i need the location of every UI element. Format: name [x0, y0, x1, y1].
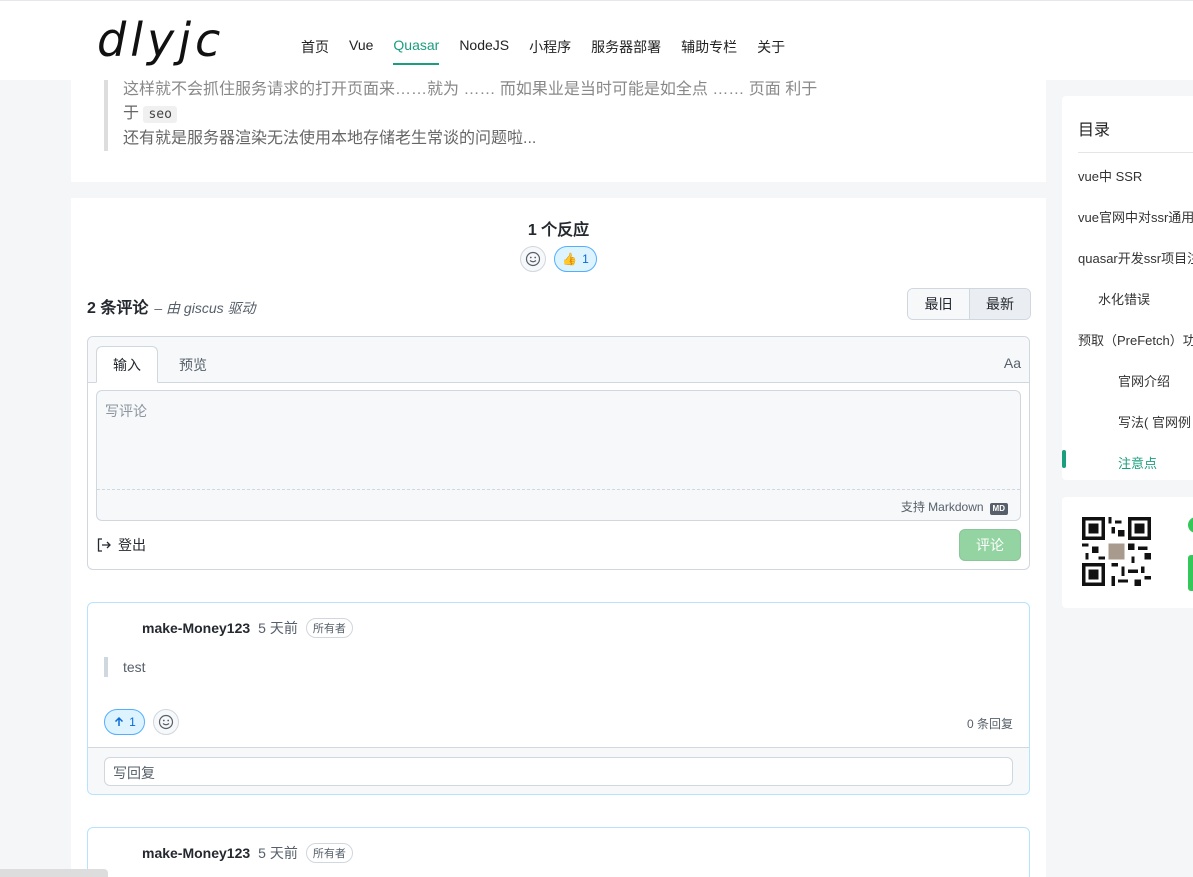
nav-item-nodejs[interactable]: NodeJS [459, 37, 509, 63]
qr-code-image [1082, 517, 1151, 586]
comment-time[interactable]: 5 天前 [258, 843, 298, 863]
sort-toggle: 最旧 最新 [907, 288, 1031, 320]
reply-input[interactable]: 写回复 [104, 757, 1013, 786]
toc-item[interactable]: 写法( 官网例 [1118, 412, 1191, 431]
logout-button[interactable]: 登出 [96, 535, 146, 555]
green-indicator [1188, 517, 1193, 533]
horizontal-scrollbar[interactable] [0, 869, 108, 877]
comment-add-reaction-button[interactable] [153, 709, 179, 735]
upvote-count: 1 [129, 715, 136, 729]
nav-item-server-deploy[interactable]: 服务器部署 [591, 37, 661, 63]
comment-item: make-Money123 5 天前 所有者 test 1 0 条回复 写回复 [87, 602, 1030, 795]
nav-item-about[interactable]: 关于 [757, 37, 785, 63]
owner-badge: 所有者 [305, 618, 353, 638]
table-of-contents: 目录 vue中 SSR vue官网中对ssr通用 quasar开发ssr项目注 … [1062, 96, 1193, 480]
quote-line-1: 这样就不会抓住服务请求的打开页面来……就为 …… 而如果业是当时可能是如全点 …… [123, 81, 818, 98]
comment-author[interactable]: make-Money123 [142, 620, 250, 636]
upvote-button[interactable]: 1 [104, 709, 145, 735]
nav-item-quasar[interactable]: Quasar [393, 37, 439, 65]
comment-header: make-Money123 5 天前 所有者 [142, 618, 353, 638]
reply-count: 0 条回复 [966, 717, 1013, 731]
sort-newest-button[interactable]: 最新 [969, 289, 1030, 319]
nav-item-miniprogram[interactable]: 小程序 [529, 37, 571, 63]
nav-item-home[interactable]: 首页 [301, 37, 329, 63]
powered-by-giscus[interactable]: – 由 giscus 驱动 [154, 300, 255, 316]
comment-placeholder: 写评论 [105, 403, 147, 419]
qr-code-card [1062, 497, 1193, 608]
toc-item[interactable]: 预取（PreFetch）功 [1078, 330, 1193, 349]
toc-item[interactable]: vue官网中对ssr通用 [1078, 207, 1193, 226]
comment-textarea[interactable]: 写评论 支持 Markdown MD [96, 390, 1021, 521]
arrow-up-icon [115, 716, 124, 726]
comment-header: make-Money123 5 天前 所有者 [142, 843, 353, 863]
reactions-row: 👍 1 [520, 246, 597, 272]
markdown-hint: 支持 Markdown MD [97, 489, 1020, 520]
main-nav: 首页 Vue Quasar NodeJS 小程序 服务器部署 辅助专栏 关于 [301, 37, 785, 65]
font-toggle-button[interactable]: Aa [1004, 355, 1021, 371]
nav-item-aux-column[interactable]: 辅助专栏 [681, 37, 737, 63]
toc-item[interactable]: quasar开发ssr项目注 [1078, 248, 1193, 267]
nav-item-vue[interactable]: Vue [349, 37, 373, 63]
reactions-title: 1 个反应 [527, 222, 590, 239]
comment-reactions: 1 [104, 709, 179, 735]
toc-active-indicator [1062, 450, 1066, 468]
tab-write[interactable]: 输入 [96, 346, 158, 383]
submit-comment-button[interactable]: 评论 [959, 529, 1021, 561]
toc-title: 目录 [1078, 122, 1111, 139]
quote-line-2: 于 seo [123, 102, 1004, 127]
comments-card: 1 个反应 👍 1 2 条评论 – 由 giscus 驱动 最旧 最新 输入 预览… [71, 198, 1046, 877]
editor-tabs: 输入 预览 Aa [88, 337, 1029, 383]
comment-author[interactable]: make-Money123 [142, 845, 250, 861]
comment-editor: 输入 预览 Aa 写评论 支持 Markdown MD 登出 评论 [87, 336, 1030, 570]
thumbs-up-icon: 👍 [562, 252, 578, 266]
sign-out-icon [97, 538, 111, 552]
toc-item[interactable]: 官网介绍 [1118, 371, 1170, 390]
smiley-icon [525, 251, 541, 267]
sort-oldest-button[interactable]: 最旧 [908, 289, 969, 319]
toc-item-active[interactable]: 注意点 [1118, 453, 1157, 472]
reply-bar: 写回复 [88, 747, 1029, 794]
comment-body: test [104, 657, 146, 677]
thumbs-up-reaction[interactable]: 👍 1 [554, 246, 597, 272]
comment-count-title: 2 条评论 – 由 giscus 驱动 [87, 300, 256, 317]
site-header: dlyjc 首页 Vue Quasar NodeJS 小程序 服务器部署 辅助专… [0, 0, 1193, 80]
toc-divider [1078, 152, 1193, 153]
toc-item[interactable]: 水化错误 [1098, 289, 1150, 308]
inline-code-seo: seo [143, 106, 177, 123]
thumbs-up-count: 1 [582, 252, 589, 266]
article-blockquote: 这样就不会抓住服务请求的打开页面来……就为 …… 而如果业是当时可能是如全点 …… [104, 78, 1004, 151]
green-button[interactable] [1188, 555, 1193, 591]
site-logo[interactable]: dlyjc [97, 13, 224, 67]
toc-item[interactable]: vue中 SSR [1078, 166, 1142, 185]
comment-time[interactable]: 5 天前 [258, 618, 298, 638]
quote-line-3: 还有就是服务器渲染无法使用本地存储老生常谈的问题啦... [123, 130, 537, 147]
smiley-icon [158, 714, 174, 730]
owner-badge: 所有者 [305, 843, 353, 863]
comment-item: make-Money123 5 天前 所有者 [87, 827, 1030, 877]
add-reaction-button[interactable] [520, 246, 546, 272]
markdown-icon[interactable]: MD [989, 503, 1008, 515]
tab-preview[interactable]: 预览 [163, 346, 223, 383]
